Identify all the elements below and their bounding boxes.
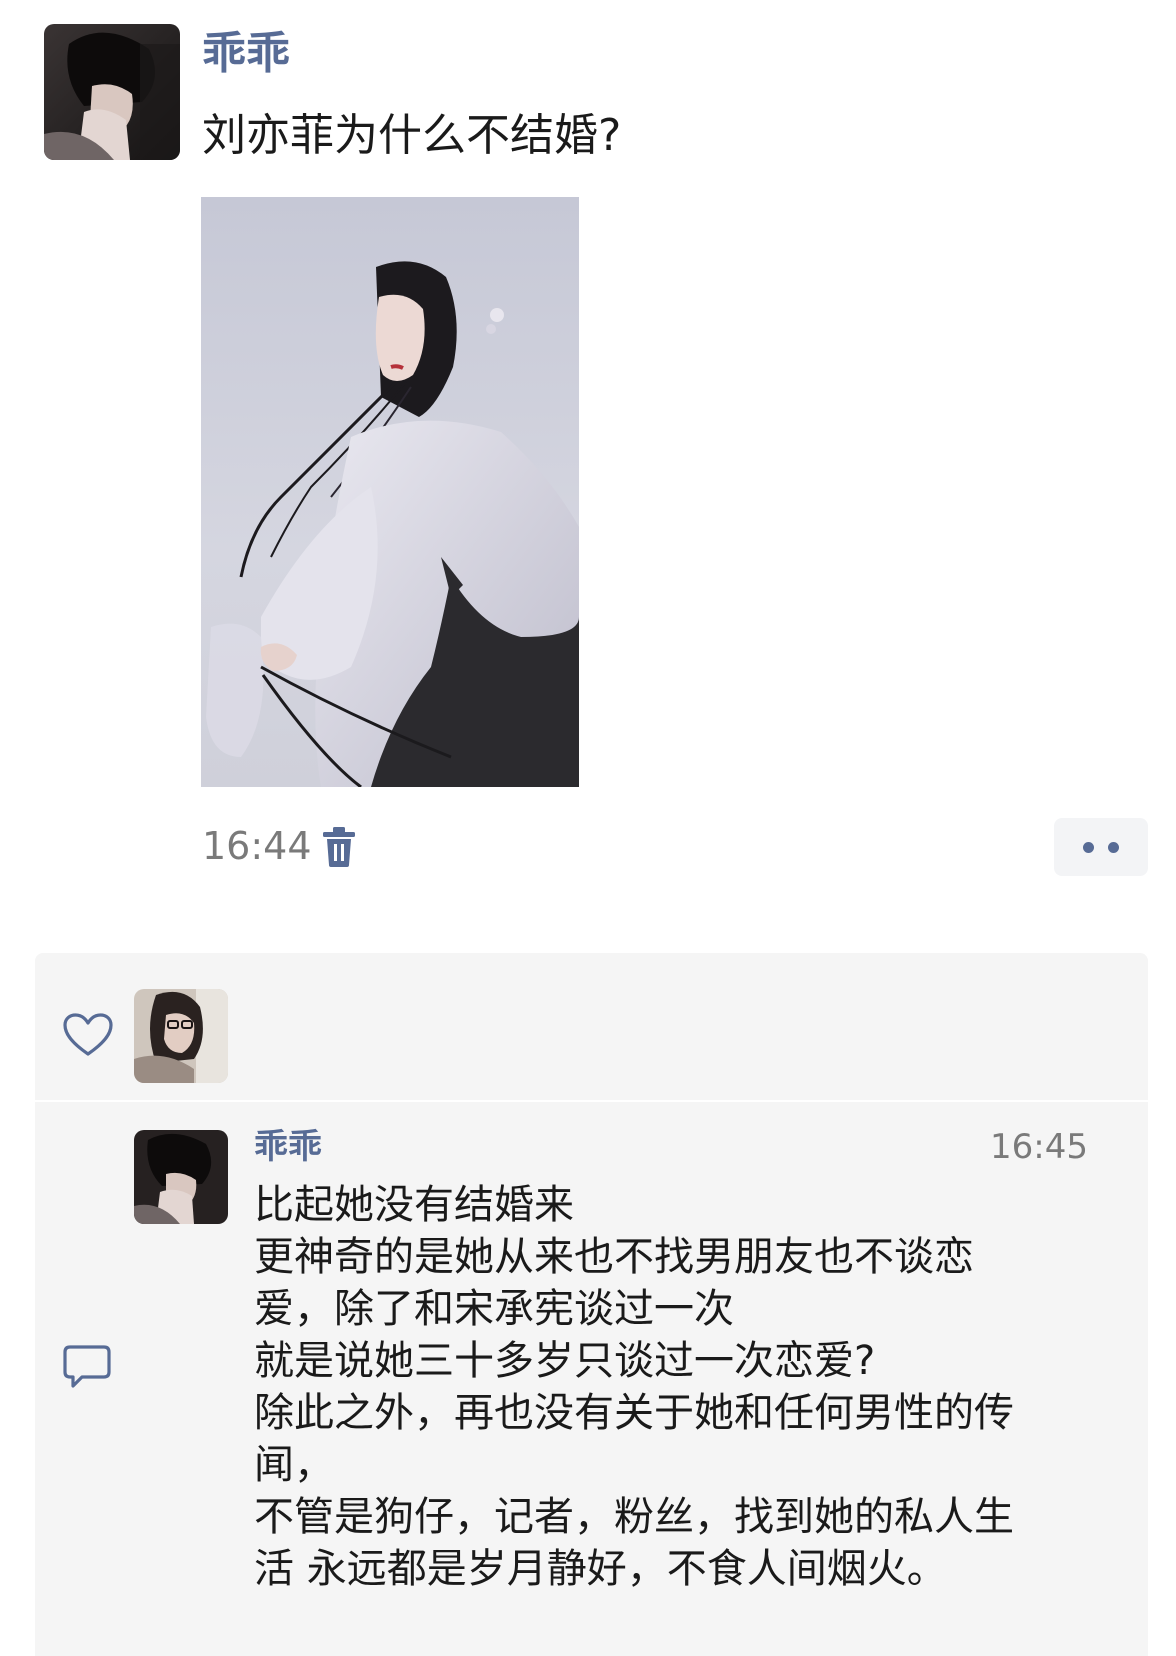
likes-row bbox=[35, 953, 1148, 1101]
comment-line: 闻， bbox=[254, 1442, 334, 1488]
comment-line: 比起她没有结婚来 bbox=[254, 1182, 574, 1228]
comment-line: 不管是狗仔，记者，粉丝，找到她的私人生 bbox=[254, 1494, 1014, 1540]
heart-icon bbox=[63, 1013, 113, 1057]
comment-line: 更神奇的是她从来也不找男朋友也不谈恋 bbox=[254, 1234, 974, 1280]
comment-bubble-icon bbox=[62, 1344, 112, 1390]
comment-line: 活 永远都是岁月静好，不食人间烟火。 bbox=[254, 1546, 947, 1592]
post-text: 刘亦菲为什么不结婚? bbox=[202, 110, 622, 161]
comment-author[interactable]: 乖乖 bbox=[254, 1125, 322, 1169]
more-dots-icon bbox=[1083, 842, 1094, 853]
more-dots-icon bbox=[1108, 842, 1119, 853]
author-avatar[interactable] bbox=[44, 24, 180, 160]
commenter-avatar[interactable] bbox=[134, 1130, 228, 1224]
trash-icon[interactable] bbox=[320, 826, 358, 868]
post-photo[interactable] bbox=[201, 197, 579, 787]
author-name[interactable]: 乖乖 bbox=[202, 28, 290, 80]
interactions-panel: 乖乖 16:45 比起她没有结婚来 更神奇的是她从来也不找男朋友也不谈恋 爱，除… bbox=[35, 953, 1148, 1656]
post-time: 16:44 bbox=[202, 824, 312, 868]
panel-divider bbox=[35, 1100, 1148, 1102]
more-button[interactable] bbox=[1054, 818, 1148, 876]
comment-time: 16:45 bbox=[990, 1127, 1088, 1167]
comment-line: 除此之外，再也没有关于她和任何男性的传 bbox=[254, 1390, 1014, 1436]
comment-text[interactable]: 比起她没有结婚来 更神奇的是她从来也不找男朋友也不谈恋 爱，除了和宋承宪谈过一次… bbox=[254, 1179, 1114, 1595]
moments-post: 乖乖 刘亦菲为什么不结婚? 16:44 乖乖 16:45 比起她没有结婚来 更神… bbox=[0, 0, 1176, 1656]
comment-line: 就是说她三十多岁只谈过一次恋爱? bbox=[254, 1338, 876, 1384]
liker-avatar[interactable] bbox=[134, 989, 228, 1083]
comment-line: 爱，除了和宋承宪谈过一次 bbox=[254, 1286, 734, 1332]
